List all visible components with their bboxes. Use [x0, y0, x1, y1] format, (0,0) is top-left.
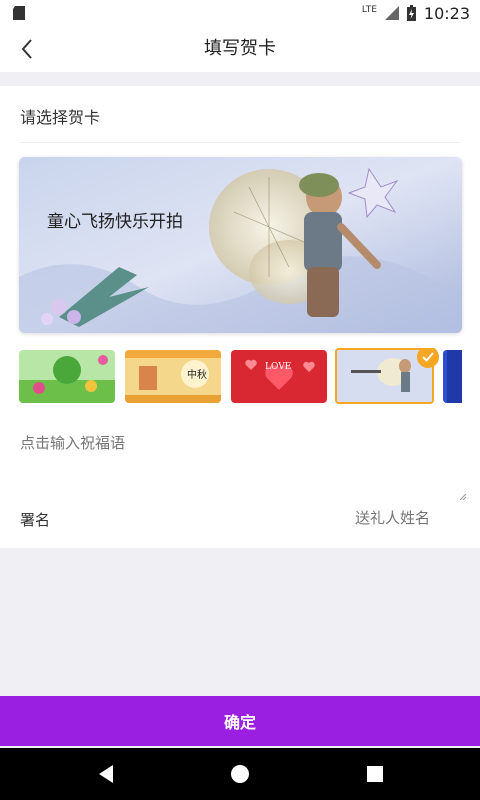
nav-back-button[interactable] [94, 762, 118, 786]
signature-label: 署名 [20, 511, 51, 529]
confirm-button[interactable]: 确定 [0, 696, 480, 746]
selected-check-icon [417, 348, 439, 368]
card-thumbnail-cartoon[interactable] [19, 350, 115, 403]
card-preview-image: 童心飞扬快乐开拍 [19, 157, 462, 333]
network-type: LTE [361, 5, 377, 15]
thumbnail-image: LOVE [231, 350, 327, 403]
signature-input[interactable] [310, 509, 430, 527]
triangle-back-icon [99, 765, 113, 783]
status-icons: LTE 10:23 [362, 0, 470, 26]
section-label: 请选择贺卡 [20, 108, 101, 127]
battery-icon [406, 5, 416, 21]
nav-home-button[interactable] [228, 762, 252, 786]
card-thumbnail-love[interactable]: LOVE [231, 350, 327, 403]
status-bar: LTE 10:23 [0, 0, 480, 26]
card-preview: 童心飞扬快乐开拍 [19, 157, 462, 333]
card-thumbnail-strip[interactable]: 中秋 LOVE [19, 348, 462, 406]
divider [20, 142, 460, 143]
greeting-message-input[interactable] [20, 432, 466, 504]
card-panel: 请选择贺卡 童心飞扬快乐开拍 中秋 LOVE 点击输入祝福语 署名 送礼人姓名 [0, 86, 480, 548]
signal-icon [384, 6, 399, 20]
sd-card-icon [13, 6, 25, 20]
thumbnail-image: 中秋 [125, 350, 221, 403]
resize-handle-icon[interactable] [460, 494, 466, 500]
thumbnail-caption: 中秋 [187, 368, 207, 381]
card-thumbnail-blue[interactable] [443, 350, 462, 403]
clock: 10:23 [423, 3, 470, 23]
square-recents-icon [367, 766, 383, 782]
circle-home-icon [231, 765, 249, 783]
app-header: 填写贺卡 [0, 26, 480, 72]
system-nav-bar [0, 748, 480, 800]
thumbnail-image [19, 350, 115, 403]
page-title: 填写贺卡 [204, 38, 276, 59]
thumbnail-image [443, 350, 462, 403]
card-thumbnail-mid-autumn[interactable]: 中秋 [125, 350, 221, 403]
thumbnail-caption: LOVE [265, 362, 291, 372]
nav-recents-button[interactable] [363, 762, 387, 786]
hero-caption: 童心飞扬快乐开拍 [47, 212, 183, 232]
